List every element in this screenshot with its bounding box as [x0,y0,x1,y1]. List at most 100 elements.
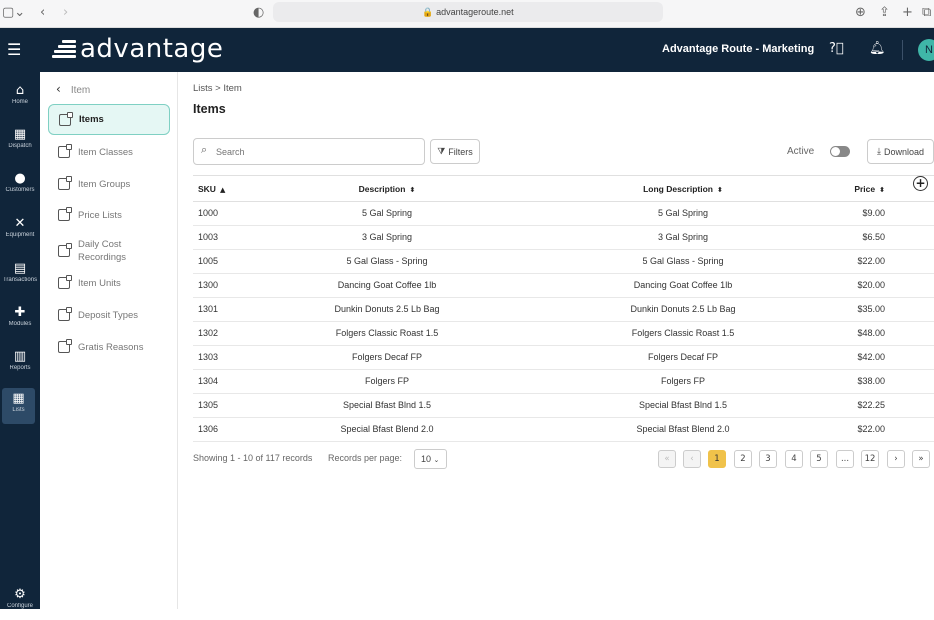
page-button[interactable]: 12 [861,450,879,468]
nav-item-equipment[interactable]: ✕ Equipment [0,213,40,249]
cell-long-description: Folgers Decaf FP [647,352,719,362]
first-page-button[interactable]: « [658,450,676,468]
nav-item-lists[interactable]: ▦ Lists [2,388,35,424]
subnav-label: Daily Cost Recordings [78,239,127,263]
page-button[interactable]: 4 [785,450,803,468]
search-input[interactable] [193,138,425,165]
address-bar[interactable]: 🔒 advantageroute.net [273,2,663,22]
column-header-long-description[interactable]: Long Description ⬍ [583,176,783,204]
sidebar-toggle-icon[interactable]: ▢⌄ [2,4,25,22]
table-row[interactable]: 1305 Special Bfast Blnd 1.5 Special Bfast … [193,394,934,418]
download-icon[interactable]: ⊕ [855,4,866,22]
cell-price: $20.00 [857,280,885,290]
table-row[interactable]: 1300 Dancing Goat Coffee 1lb Dancing Goat … [193,274,934,298]
breadcrumb[interactable]: Lists > Item [193,83,242,94]
page-button[interactable]: 2 [734,450,752,468]
download-button[interactable]: ⤓ Download [867,139,934,164]
browser-toolbar: ▢⌄ ‹ › ◐ 🔒 advantageroute.net ⊕ ⇪ + ⧉ [0,0,934,28]
nav-label: Home [11,99,28,105]
nav-item-customers[interactable]: ● Customers [0,168,40,204]
url-text: advantageroute.net [436,7,514,17]
records-per-page-label: Records per page: [328,453,403,463]
table-row[interactable]: 1301 Dunkin Donuts 2.5 Lb Bag Dunkin Donut… [193,298,934,322]
cell-price: $42.00 [857,352,885,362]
subnav-item-item-groups[interactable]: Item Groups [48,169,170,199]
bell-icon[interactable]: 🔔︎ [869,41,886,56]
active-toggle-label: Active [787,146,815,157]
cell-description: 5 Gal Spring [361,208,413,218]
table-row[interactable]: 1005 5 Gal Glass - Spring 5 Gal Glass - Sp… [193,250,934,274]
item-list-icon [58,144,72,158]
subnav-item-item-classes[interactable]: Item Classes [48,137,170,167]
page-button[interactable]: 1 [708,450,726,468]
download-icon: ⤓ [876,146,881,157]
table-header: SKU ▲ Description ⬍ Long Description ⬍ Pric… [193,175,934,202]
primary-sidebar: ⌂ Home ▦ Dispatch ● Customers ✕ Equipmen… [0,72,40,609]
help-icon[interactable]: ?⃝ [829,41,844,56]
item-list-icon [58,275,72,289]
records-per-page-select[interactable]: 10 ⌄ [414,449,447,469]
subnav-item-gratis-reasons[interactable]: Gratis Reasons [48,332,170,362]
per-page-value: 10 [421,454,432,464]
logo-text: advantage [80,34,224,64]
subnav-label: Deposit Types [78,309,139,321]
table-row[interactable]: 1304 Folgers FP Folgers FP $38.00 [193,370,934,394]
back-arrow-icon[interactable]: ‹ [40,4,45,22]
subnav-item-items[interactable]: Items [48,104,170,135]
next-page-button[interactable]: › [887,450,905,468]
menu-icon[interactable]: ☰ [7,40,21,59]
previous-page-button[interactable]: ‹ [683,450,701,468]
table-row[interactable]: 1306 Special Bfast Blend 2.0 Special Bfast… [193,418,934,442]
nav-item-modules[interactable]: ✚ Modules [0,302,40,338]
items-table: SKU ▲ Description ⬍ Long Description ⬍ Pric… [193,175,934,442]
subnav-item-price-lists[interactable]: Price Lists [48,200,170,230]
column-header-price[interactable]: Price ⬍ [793,176,885,204]
nav-label: Equipment [5,232,35,238]
nav-item-reports[interactable]: ▥ Reports [0,346,40,382]
cell-price: $9.00 [862,208,885,218]
table-row[interactable]: 1302 Folgers Classic Roast 1.5 Folgers Cla… [193,322,934,346]
back-to-item-link[interactable]: ‹ Item [56,82,90,96]
nav-item-configure[interactable]: ⚙ Configure [0,584,40,620]
cell-long-description: 3 Gal Spring [657,232,709,242]
app-logo[interactable]: advantage [52,34,223,64]
new-tab-icon[interactable]: + [902,4,913,22]
page-button[interactable]: 3 [759,450,777,468]
subnav-label: Item Units [78,277,121,289]
table-row[interactable]: 1000 5 Gal Spring 5 Gal Spring $9.00 [193,202,934,226]
table-body: 1000 5 Gal Spring 5 Gal Spring $9.00 1003 3 G… [193,202,934,442]
subnav-label: Price Lists [78,209,122,221]
column-header-description[interactable]: Description ⬍ [193,176,581,204]
nav-item-home[interactable]: ⌂ Home [0,80,40,116]
cell-price: $22.00 [857,256,885,266]
tabs-overview-icon[interactable]: ⧉ [922,4,931,22]
table-row[interactable]: 1003 3 Gal Spring 3 Gal Spring $6.50 [193,226,934,250]
subnav-item-deposit-types[interactable]: Deposit Types [48,300,170,330]
nav-label: Transactions [2,277,38,283]
logo-bars-icon [52,38,76,60]
item-list-icon [58,243,72,257]
last-page-button[interactable]: » [912,450,930,468]
table-row[interactable]: 1303 Folgers Decaf FP Folgers Decaf FP $42.… [193,346,934,370]
nav-item-transactions[interactable]: ▤ Transactions [0,258,40,294]
header-divider [902,40,903,60]
wrench-icon: ✕ [14,216,26,231]
item-list-icon [58,176,72,190]
avatar[interactable]: N [918,39,934,61]
page-button[interactable]: 5 [810,450,828,468]
nav-label: Modules [8,321,32,327]
share-icon[interactable]: ⇪ [879,4,890,22]
nav-item-dispatch[interactable]: ▦ Dispatch [0,124,40,160]
secondary-sidebar: ‹ Item Items Item Classes Item Groups Pri… [40,72,178,609]
company-name[interactable]: Advantage Route - Marketing [662,43,814,55]
subnav-item-daily-cost-recordings[interactable]: Daily Cost Recordings [48,234,170,268]
subnav-item-item-units[interactable]: Item Units [48,268,170,298]
forward-arrow-icon[interactable]: › [63,4,68,22]
add-item-button[interactable]: + [913,176,928,191]
filters-button[interactable]: ⧩ Filters [430,139,480,164]
active-toggle[interactable] [830,146,850,157]
cell-description: Folgers Decaf FP [351,352,423,362]
item-list-icon [59,111,73,126]
privacy-shield-icon[interactable]: ◐ [253,4,264,22]
gear-icon: ⚙ [14,587,26,602]
